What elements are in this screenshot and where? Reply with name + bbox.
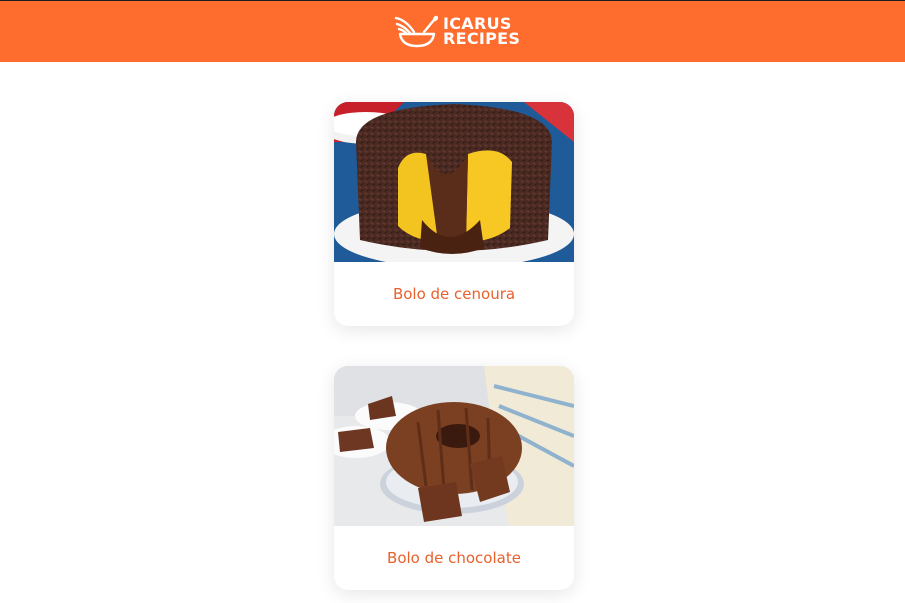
logo-wordmark: ICARUS RECIPES (443, 16, 521, 48)
recipe-image (334, 366, 574, 526)
recipe-card[interactable]: Bolo de chocolate (334, 366, 574, 590)
top-bar: ICARUS RECIPES (0, 0, 905, 62)
logo[interactable]: ICARUS RECIPES (394, 13, 520, 49)
recipe-title: Bolo de chocolate (387, 549, 521, 567)
logo-line-2: RECIPES (443, 29, 521, 48)
recipe-image (334, 102, 574, 262)
recipe-card[interactable]: Bolo de cenoura (334, 102, 574, 326)
recipe-title: Bolo de cenoura (392, 285, 516, 303)
winged-bowl-icon (394, 15, 438, 48)
